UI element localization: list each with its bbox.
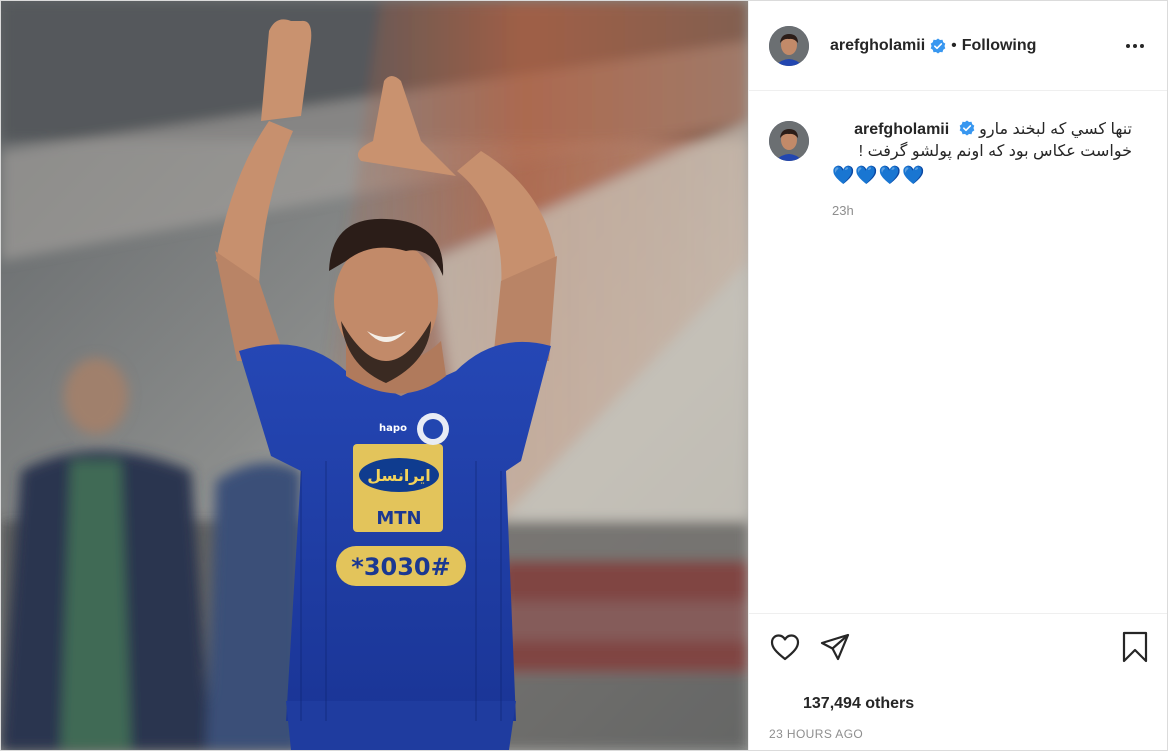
caption-hearts: 💙💙💙💙: [832, 165, 926, 185]
svg-text:*3030#: *3030#: [351, 553, 450, 581]
header-separator: •: [951, 36, 957, 54]
svg-text:hapo: hapo: [379, 423, 407, 434]
post-header: arefgholamii • Following: [749, 1, 1167, 91]
following-button[interactable]: Following: [962, 37, 1037, 55]
caption-username[interactable]: arefgholamii: [854, 121, 949, 138]
svg-text:MTN: MTN: [376, 508, 421, 529]
more-options-icon[interactable]: [1123, 34, 1147, 58]
caption-line-1: تنها کسي که لبخند مارو: [979, 121, 1132, 138]
player-photo-illustration: ایرانسل MTN *3030# hapo: [1, 1, 748, 750]
action-bar: [749, 613, 1167, 679]
post-side-panel: arefgholamii • Following تنها کسي که لبخ…: [748, 1, 1167, 750]
caption-body: تنها کسي که لبخند مارو arefgholamii خواس…: [832, 119, 1132, 218]
post-photo[interactable]: ایرانسل MTN *3030# hapo: [1, 1, 748, 750]
likes-count[interactable]: 137,494 others: [803, 695, 914, 713]
comments-area: تنها کسي که لبخند مارو arefgholamii خواس…: [749, 91, 1167, 613]
verified-badge-icon: [959, 120, 975, 136]
bookmark-icon[interactable]: [1119, 631, 1151, 663]
svg-text:ایرانسل: ایرانسل: [367, 466, 431, 485]
author-username[interactable]: arefgholamii: [830, 37, 925, 55]
caption-comment: تنها کسي که لبخند مارو arefgholamii خواس…: [769, 119, 1147, 218]
caption-avatar[interactable]: [769, 121, 809, 161]
posted-time: 23 HOURS AGO: [769, 727, 864, 741]
share-icon[interactable]: [819, 631, 851, 663]
heart-icon[interactable]: [769, 631, 801, 663]
post-dialog: ایرانسل MTN *3030# hapo arefgholamii • F…: [0, 0, 1168, 751]
author-avatar[interactable]: [769, 25, 809, 66]
caption-line-2: خواست عکاس بود که اونم پولشو گرفت !: [858, 143, 1132, 160]
caption-text: تنها کسي که لبخند مارو arefgholamii خواس…: [832, 119, 1132, 163]
caption-time[interactable]: 23h: [832, 203, 1132, 218]
verified-badge-icon: [930, 38, 946, 54]
